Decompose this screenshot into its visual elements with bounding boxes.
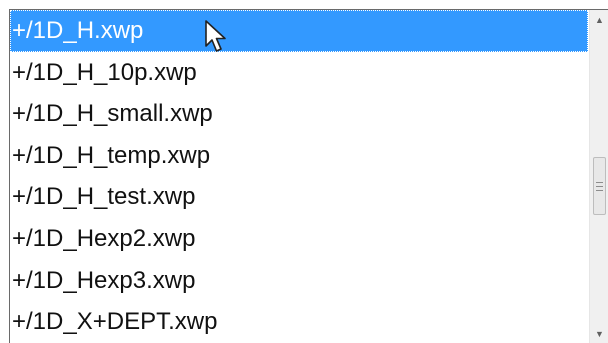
list-item[interactable]: +/1D_X+DEPT.xwp	[10, 301, 588, 343]
scroll-thumb[interactable]	[593, 157, 606, 215]
list-item[interactable]: +/1D_H_small.xwp	[10, 93, 588, 135]
list-item[interactable]: +/1D_H_temp.xwp	[10, 135, 588, 177]
scroll-up-arrow-icon: ▲	[595, 15, 604, 25]
list-item[interactable]: +/1D_H_test.xwp	[10, 176, 588, 218]
file-list: +/1D_H.xwp +/1D_H_10p.xwp +/1D_H_small.x…	[10, 10, 588, 343]
file-listbox[interactable]: +/1D_H.xwp +/1D_H_10p.xwp +/1D_H_small.x…	[9, 9, 608, 343]
scroll-down-arrow-icon: ▼	[595, 329, 604, 339]
mouse-pointer-icon	[205, 20, 226, 52]
list-item[interactable]: +/1D_Hexp2.xwp	[10, 218, 588, 260]
scroll-down-button[interactable]: ▼	[590, 324, 608, 343]
list-item-selected[interactable]: +/1D_H.xwp	[10, 10, 588, 52]
list-item[interactable]: +/1D_H_10p.xwp	[10, 52, 588, 94]
scroll-up-button[interactable]: ▲	[590, 10, 608, 30]
list-item[interactable]: +/1D_Hexp3.xwp	[10, 260, 588, 302]
vertical-scrollbar[interactable]: ▲ ▼	[589, 10, 608, 343]
grip-lines-icon	[596, 181, 603, 191]
